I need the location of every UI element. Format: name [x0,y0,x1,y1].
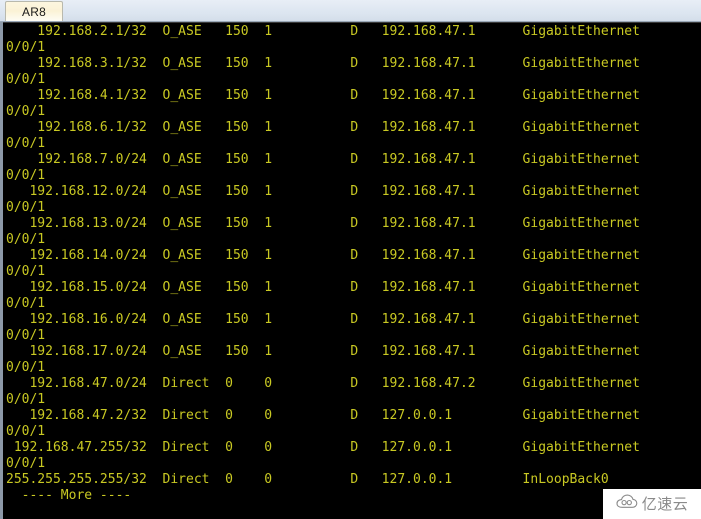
route-row-continuation: 0/0/1 [6,104,46,119]
route-row-continuation: 0/0/1 [6,296,46,311]
route-row: 192.168.14.0/24 O_ASE 150 1 D 192.168.47… [6,248,640,263]
route-row: 192.168.15.0/24 O_ASE 150 1 D 192.168.47… [6,280,640,295]
route-row-continuation: 0/0/1 [6,232,46,247]
route-row-continuation: 0/0/1 [6,456,46,471]
route-row-continuation: 0/0/1 [6,72,46,87]
route-row: 192.168.47.2/32 Direct 0 0 D 127.0.0.1 G… [6,408,640,423]
route-row-continuation: 0/0/1 [6,392,46,407]
route-row-continuation: 0/0/1 [6,40,46,55]
route-row: 255.255.255.255/32 Direct 0 0 D 127.0.0.… [6,472,609,487]
route-row: 192.168.6.1/32 O_ASE 150 1 D 192.168.47.… [6,120,640,135]
watermark-text: 亿速云 [641,494,689,513]
tab-ar8-label: AR8 [22,5,46,19]
route-row-continuation: 0/0/1 [6,200,46,215]
tab-strip: AR8 [0,0,701,22]
route-row: 192.168.17.0/24 O_ASE 150 1 D 192.168.47… [6,344,640,359]
route-row: 192.168.13.0/24 O_ASE 150 1 D 192.168.47… [6,216,640,231]
route-row-continuation: 0/0/1 [6,264,46,279]
route-row-continuation: 0/0/1 [6,136,46,151]
route-row-continuation: 0/0/1 [6,168,46,183]
tab-ar8[interactable]: AR8 [5,1,63,22]
route-row: 192.168.16.0/24 O_ASE 150 1 D 192.168.47… [6,312,640,327]
route-row: 192.168.12.0/24 O_ASE 150 1 D 192.168.47… [6,184,640,199]
route-row: 192.168.47.255/32 Direct 0 0 D 127.0.0.1… [6,440,640,455]
route-row-continuation: 0/0/1 [6,328,46,343]
route-row: 192.168.4.1/32 O_ASE 150 1 D 192.168.47.… [6,88,640,103]
route-row: 192.168.7.0/24 O_ASE 150 1 D 192.168.47.… [6,152,640,167]
pager-more-prompt[interactable]: ---- More ---- [3,488,701,504]
route-row-continuation: 0/0/1 [6,360,46,375]
terminal-output[interactable]: 192.168.2.1/32 O_ASE 150 1 D 192.168.47.… [3,22,701,519]
route-row: 192.168.2.1/32 O_ASE 150 1 D 192.168.47.… [6,24,640,39]
route-row: 192.168.47.0/24 Direct 0 0 D 192.168.47.… [6,376,640,391]
terminal-panel[interactable]: 192.168.2.1/32 O_ASE 150 1 D 192.168.47.… [0,22,701,519]
watermark: 亿速云 [603,489,701,519]
route-row-continuation: 0/0/1 [6,424,46,439]
route-row: 192.168.3.1/32 O_ASE 150 1 D 192.168.47.… [6,56,640,71]
enps-console-window: AR8 192.168.2.1/32 O_ASE 150 1 D 192.168… [0,0,701,519]
tab-strip-background [0,0,701,22]
cloud-icon [616,494,638,514]
